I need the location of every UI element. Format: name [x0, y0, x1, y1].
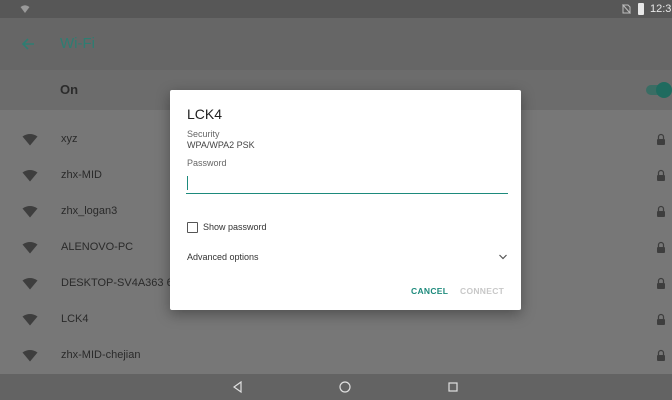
cancel-button[interactable]: CANCEL: [411, 286, 448, 296]
lock-icon: [657, 169, 665, 181]
dialog-title: LCK4: [187, 106, 223, 122]
wifi-signal-icon: [22, 170, 38, 182]
wifi-connect-dialog: LCK4 Security WPA/WPA2 PSK Password Show…: [170, 90, 521, 310]
wifi-signal-icon: [22, 134, 38, 146]
network-name: xyz: [61, 133, 78, 145]
nav-recents-icon[interactable]: [447, 380, 459, 394]
password-label: Password: [187, 158, 227, 168]
page-title: Wi-Fi: [60, 35, 95, 52]
wifi-signal-icon: [22, 278, 38, 290]
nav-back-icon[interactable]: [231, 380, 243, 394]
wifi-signal-icon: [22, 350, 38, 362]
network-name: ALENOVO-PC: [61, 241, 134, 253]
wifi-signal-icon: [22, 314, 38, 326]
app-bar: Wi-Fi: [0, 18, 672, 70]
chevron-down-icon[interactable]: [498, 253, 508, 261]
security-label: Security: [187, 129, 220, 139]
status-time: 12:36: [650, 3, 672, 15]
status-bar: 12:36: [0, 0, 672, 18]
battery-icon: [638, 3, 644, 15]
network-name: LCK4: [61, 313, 89, 325]
lock-icon: [657, 313, 665, 325]
wifi-signal-icon: [20, 5, 30, 13]
security-value: WPA/WPA2 PSK: [187, 140, 255, 150]
no-sim-icon: [622, 4, 631, 14]
navigation-bar: [0, 374, 672, 400]
show-password-checkbox[interactable]: [187, 222, 198, 233]
wifi-signal-icon: [22, 242, 38, 254]
lock-icon: [657, 241, 665, 253]
password-input[interactable]: [186, 172, 508, 194]
lock-icon: [657, 349, 665, 361]
show-password-label[interactable]: Show password: [203, 222, 267, 232]
network-name: DESKTOP-SV4A363 60: [61, 277, 179, 289]
wifi-signal-icon: [22, 206, 38, 218]
lock-icon: [657, 277, 665, 289]
network-name: zhx-MID-chejian: [61, 349, 141, 361]
connect-button[interactable]: CONNECT: [460, 286, 504, 296]
network-name: zhx-MID: [61, 169, 102, 181]
advanced-options-label[interactable]: Advanced options: [187, 252, 259, 262]
wifi-master-switch-label: On: [60, 82, 79, 97]
network-name: zhx_logan3: [61, 205, 118, 217]
text-cursor: [187, 176, 188, 190]
toggle-thumb: [656, 82, 672, 98]
lock-icon: [657, 205, 665, 217]
lock-icon: [657, 133, 665, 145]
network-row[interactable]: zhx-MID-chejian: [0, 338, 672, 374]
arrow-back-icon[interactable]: [18, 34, 38, 54]
nav-home-icon[interactable]: [338, 380, 352, 394]
wifi-toggle[interactable]: [642, 82, 672, 98]
